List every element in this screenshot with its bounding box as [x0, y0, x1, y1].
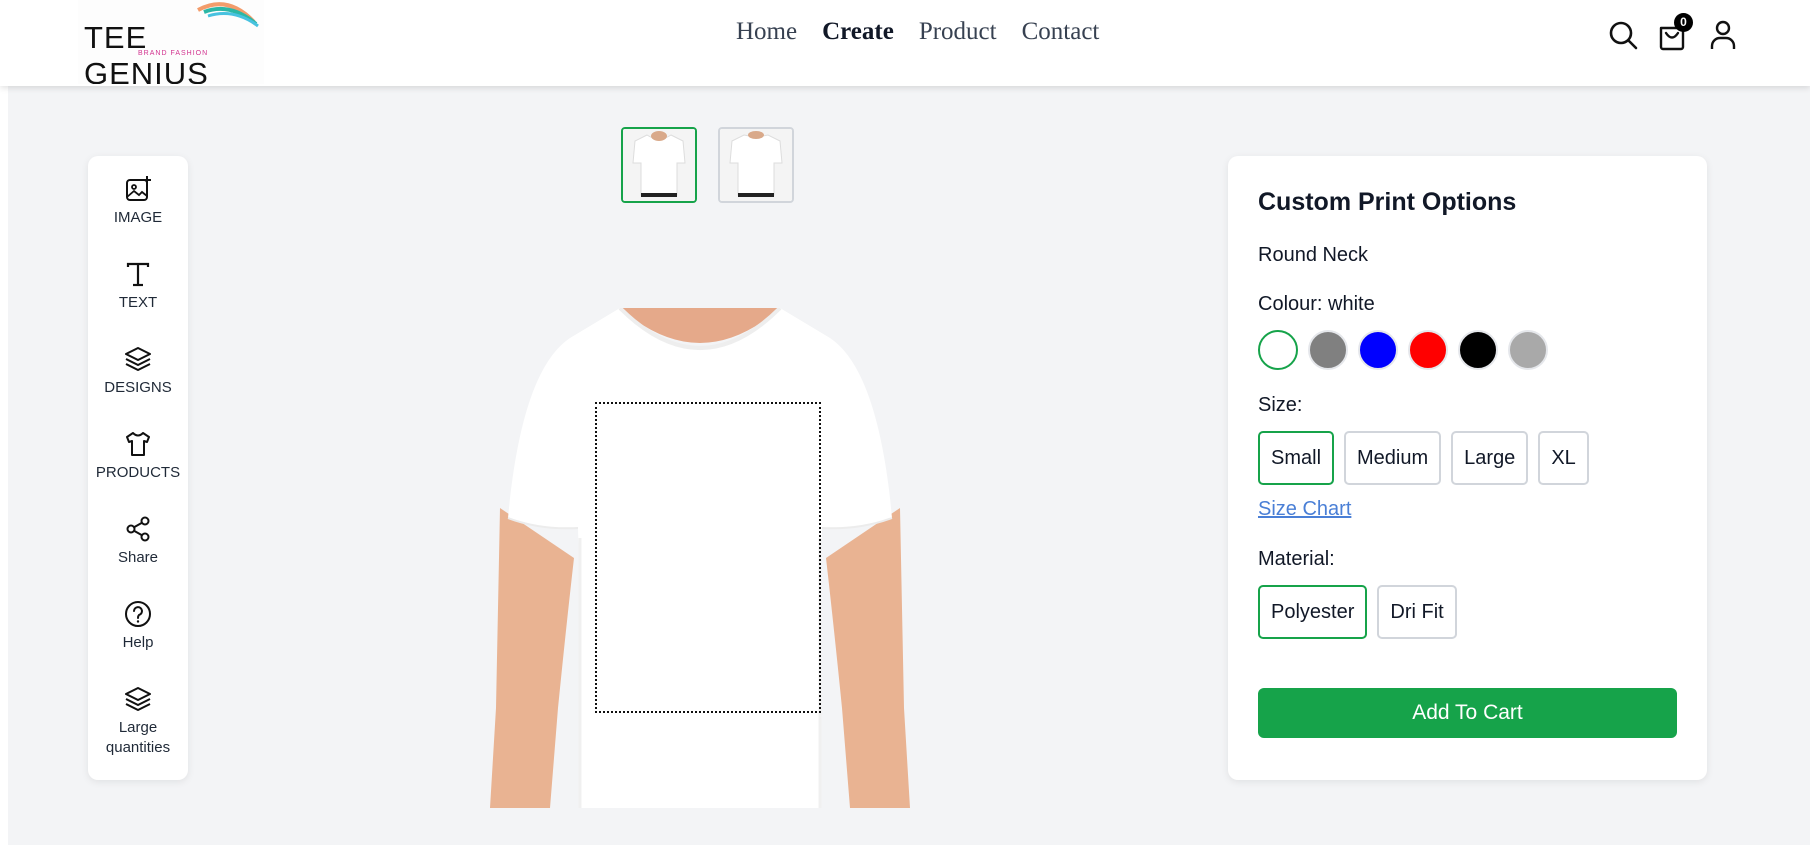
view-thumbnail-front[interactable]: [621, 127, 697, 203]
tool-designs[interactable]: DESIGNS: [88, 344, 188, 398]
size-option-large[interactable]: Large: [1451, 431, 1529, 485]
panel-title: Custom Print Options: [1258, 188, 1517, 216]
material-option-polyester[interactable]: Polyester: [1258, 585, 1368, 639]
brand-logo[interactable]: TEE GENIUS BRAND FASHION: [78, 0, 264, 84]
tool-text[interactable]: TEXT: [88, 259, 188, 313]
tool-label: TEXT: [118, 294, 158, 311]
tool-image[interactable]: IMAGE: [88, 174, 188, 228]
site-header: TEE GENIUS BRAND FASHION Home Create Pro…: [0, 0, 1810, 86]
tool-share[interactable]: Share: [88, 514, 188, 568]
nav-contact[interactable]: Contact: [1022, 18, 1100, 46]
cart-count-badge: 0: [1674, 13, 1693, 32]
image-add-icon: [126, 176, 151, 201]
tool-label: DESIGNS: [104, 379, 172, 396]
design-toolbar: IMAGE TEXT DESIGNS PRODUCTS Share Help L…: [88, 156, 188, 780]
tool-label: Large quantities: [105, 719, 171, 756]
tshirt-front-thumbnail: [623, 129, 695, 201]
main-nav: Home Create Product Contact: [736, 18, 1099, 46]
size-option-xl[interactable]: XL: [1538, 431, 1589, 485]
view-thumbnail-back[interactable]: [718, 127, 794, 203]
share-icon: [126, 516, 150, 542]
user-icon[interactable]: [1706, 18, 1740, 52]
material-options: Polyester Dri Fit: [1258, 585, 1457, 639]
colour-swatch-red[interactable]: [1408, 330, 1448, 370]
tool-label: Help: [122, 634, 154, 651]
nav-product[interactable]: Product: [919, 18, 997, 46]
tool-label: PRODUCTS: [95, 464, 181, 481]
tshirt-icon: [126, 432, 150, 456]
colour-swatch-white[interactable]: [1258, 330, 1298, 370]
size-option-medium[interactable]: Medium: [1344, 431, 1442, 485]
size-option-small[interactable]: Small: [1258, 431, 1335, 485]
add-to-cart-button[interactable]: Add To Cart: [1258, 688, 1677, 738]
colour-label: Colour: white: [1258, 293, 1375, 315]
product-type: Round Neck: [1258, 244, 1369, 266]
tool-large-quantities[interactable]: Large quantities: [88, 684, 188, 758]
tshirt-back-thumbnail: [720, 129, 792, 201]
brand-tagline: BRAND FASHION: [138, 50, 209, 57]
size-label: Size:: [1258, 394, 1303, 416]
tool-help[interactable]: Help: [88, 599, 188, 653]
material-label: Material:: [1258, 548, 1335, 570]
nav-home[interactable]: Home: [736, 18, 797, 46]
material-option-dri-fit[interactable]: Dri Fit: [1377, 585, 1457, 639]
colour-swatch-black[interactable]: [1458, 330, 1498, 370]
layers-icon: [125, 687, 151, 711]
colour-swatch-grey[interactable]: [1308, 330, 1348, 370]
search-icon[interactable]: [1606, 18, 1640, 52]
tool-label: Share: [117, 549, 159, 566]
tool-products[interactable]: PRODUCTS: [88, 429, 188, 483]
help-icon: [125, 601, 151, 627]
print-area[interactable]: [595, 402, 821, 713]
tool-label: IMAGE: [113, 209, 163, 226]
colour-swatches: [1258, 330, 1548, 370]
layers-icon: [125, 347, 151, 371]
colour-swatch-blue[interactable]: [1358, 330, 1398, 370]
colour-swatch-light-grey[interactable]: [1508, 330, 1548, 370]
size-chart-link[interactable]: Size Chart: [1258, 498, 1351, 521]
text-icon: [126, 262, 150, 287]
size-options: Small Medium Large XL: [1258, 431, 1589, 485]
custom-print-options-panel: Custom Print Options Round Neck Colour: …: [1228, 156, 1707, 780]
nav-create[interactable]: Create: [822, 18, 894, 46]
